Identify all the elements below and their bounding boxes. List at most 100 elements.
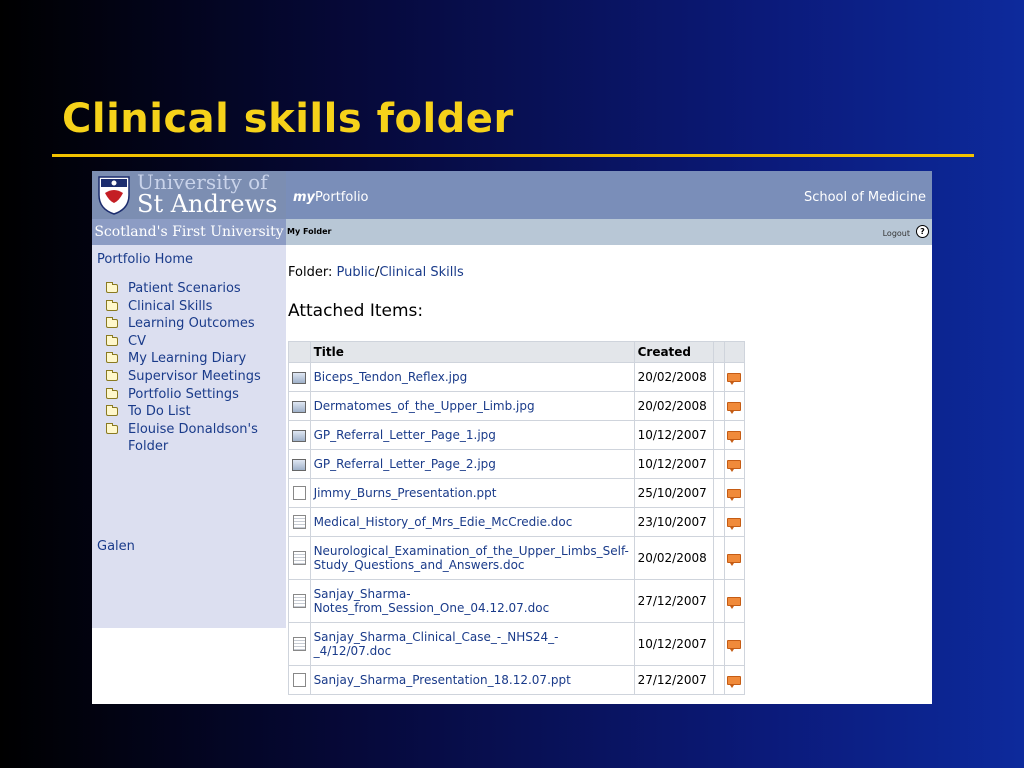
sidebar-item-learning-outcomes[interactable]: Learning Outcomes [106,315,278,333]
comment-cell[interactable] [723,478,746,508]
table-row[interactable]: Jimmy_Burns_Presentation.ppt 25/10/2007 [288,478,746,508]
spacer-cell [712,420,725,450]
table-row[interactable]: GP_Referral_Letter_Page_2.jpg 10/12/2007 [288,449,746,479]
item-title-link[interactable]: Dermatomes_of_the_Upper_Limb.jpg [309,391,635,421]
comment-icon[interactable] [727,640,742,652]
file-icon-cell [288,622,311,666]
item-title-link[interactable]: Sanjay_Sharma_Presentation_18.12.07.ppt [309,665,635,695]
sidebar-item-learning-diary[interactable]: My Learning Diary [106,350,278,368]
breadcrumb-clinical-skills[interactable]: Clinical Skills [379,265,463,280]
top-bar: myPortfolio School of Medicine [286,171,932,219]
table-row[interactable]: Sanjay_Sharma_Presentation_18.12.07.ppt 2… [288,665,746,695]
item-created-date: 10/12/2007 [633,449,714,479]
university-logo[interactable]: University of St Andrews [92,171,286,219]
sidebar-item-portfolio-settings[interactable]: Portfolio Settings [106,386,278,404]
item-title-link[interactable]: Medical_History_of_Mrs_Edie_McCredie.doc [309,507,635,537]
logout-link[interactable]: Logout [883,229,910,238]
folder-icon [106,317,118,329]
column-header-spacer [712,341,725,363]
comment-cell[interactable] [723,579,746,623]
table-row[interactable]: Sanjay_Sharma_Clinical_Case_-_NHS24_-_4/… [288,622,746,666]
item-title-link[interactable]: Sanjay_Sharma-Notes_from_Session_One_04.… [309,579,635,623]
comment-cell[interactable] [723,449,746,479]
sidebar-item-cv[interactable]: CV [106,333,278,351]
file-icon-cell [288,536,311,580]
item-title-link[interactable]: GP_Referral_Letter_Page_2.jpg [309,449,635,479]
folder-icon [106,334,118,346]
presentation-file-icon [292,486,306,501]
file-icon-cell [288,507,311,537]
sidebar-item-elouise-folder[interactable]: Elouise Donaldson's Folder [106,421,278,456]
table-row[interactable]: Medical_History_of_Mrs_Edie_McCredie.doc… [288,507,746,537]
table-row[interactable]: Dermatomes_of_the_Upper_Limb.jpg 20/02/20… [288,391,746,421]
folder-icon [106,352,118,364]
spacer-cell [712,391,725,421]
item-created-date: 10/12/2007 [633,420,714,450]
document-file-icon [292,637,306,652]
comment-cell[interactable] [723,420,746,450]
comment-cell[interactable] [723,622,746,666]
comment-icon[interactable] [727,402,742,414]
comment-icon[interactable] [727,676,742,688]
item-created-date: 20/02/2008 [633,362,714,392]
comment-icon[interactable] [727,489,742,501]
portfolio-home-link[interactable]: Portfolio Home [97,252,193,267]
comment-cell[interactable] [723,391,746,421]
column-header-created[interactable]: Created [633,341,714,363]
item-title-link[interactable]: Biceps_Tendon_Reflex.jpg [309,362,635,392]
item-created-date: 25/10/2007 [633,478,714,508]
attached-items-table: Title Created Biceps_Tendon_Reflex.jpg 20… [288,341,746,695]
item-title-link[interactable]: Jimmy_Burns_Presentation.ppt [309,478,635,508]
sub-header-bar: My Folder Logout ? [286,219,932,245]
table-row[interactable]: GP_Referral_Letter_Page_1.jpg 10/12/2007 [288,420,746,450]
item-created-date: 10/12/2007 [633,622,714,666]
image-file-icon [292,400,307,413]
galen-link[interactable]: Galen [97,539,135,554]
comment-cell[interactable] [723,665,746,695]
comment-icon[interactable] [727,554,742,566]
comment-icon[interactable] [727,518,742,530]
breadcrumb-public[interactable]: Public [336,265,374,280]
item-created-date: 20/02/2008 [633,391,714,421]
spacer-cell [712,622,725,666]
spacer-cell [712,665,725,695]
sidebar-item-clinical-skills[interactable]: Clinical Skills [106,298,278,316]
table-row[interactable]: Sanjay_Sharma-Notes_from_Session_One_04.… [288,579,746,623]
sidebar-item-supervisor-meetings[interactable]: Supervisor Meetings [106,368,278,386]
image-file-icon [292,458,307,471]
item-created-date: 27/12/2007 [633,665,714,695]
table-row[interactable]: Biceps_Tendon_Reflex.jpg 20/02/2008 [288,362,746,392]
image-file-icon [292,371,307,384]
column-header-title[interactable]: Title [309,341,635,363]
item-title-link[interactable]: Neurological_Examination_of_the_Upper_Li… [309,536,635,580]
folder-icon [106,299,118,311]
document-file-icon [292,515,306,530]
comment-cell[interactable] [723,362,746,392]
file-icon-cell [288,420,311,450]
spacer-cell [712,507,725,537]
spacer-cell [712,362,725,392]
file-icon-cell [288,478,311,508]
table-row[interactable]: Neurological_Examination_of_the_Upper_Li… [288,536,746,580]
comment-icon[interactable] [727,373,742,385]
slide-title: Clinical skills folder [62,96,514,142]
breadcrumb: Folder: Public/Clinical Skills [288,265,464,280]
comment-icon[interactable] [727,460,742,472]
item-title-link[interactable]: GP_Referral_Letter_Page_1.jpg [309,420,635,450]
comment-cell[interactable] [723,507,746,537]
portfolio-brand: myPortfolio [293,190,369,205]
help-icon[interactable]: ? [916,225,929,238]
comment-cell[interactable] [723,536,746,580]
item-title-link[interactable]: Sanjay_Sharma_Clinical_Case_-_NHS24_-_4/… [309,622,635,666]
file-icon-cell [288,665,311,695]
column-header-icon [288,341,311,363]
comment-icon[interactable] [727,597,742,609]
sidebar-item-patient-scenarios[interactable]: Patient Scenarios [106,280,278,298]
comment-icon[interactable] [727,431,742,443]
image-file-icon [292,429,307,442]
folder-icon [106,369,118,381]
sidebar-item-to-do-list[interactable]: To Do List [106,403,278,421]
folder-label: Folder: [288,265,333,280]
school-name: School of Medicine [803,190,926,205]
spacer-cell [712,478,725,508]
